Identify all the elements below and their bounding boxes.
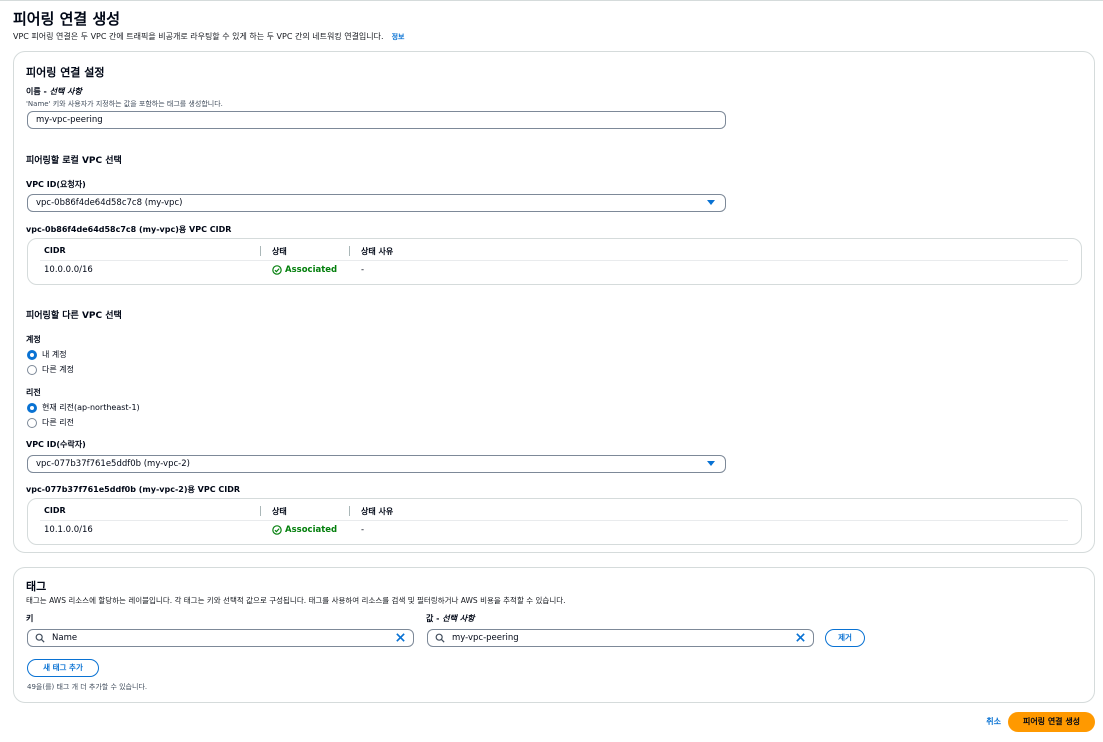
accepter-cidr-heading: vpc-077b37f761e5ddf0b (my-vpc-2)용 VPC CI… [26,485,241,494]
cancel-button[interactable]: 취소 [986,716,1001,727]
radio-my-account[interactable]: 내 계정 [27,349,67,360]
col-header-cidr: CIDR [44,246,66,255]
caret-down-icon [707,200,715,205]
table-row-cidr: 10.0.0.0/16 [44,265,93,275]
other-vpc-heading: 피어링할 다른 VPC 선택 [26,311,122,321]
col-separator [260,506,261,516]
info-link[interactable]: 정보 [392,33,405,41]
col-header-status: 상태 [272,507,287,516]
tags-remaining-hint: 49을(를) 태그 개 더 추가할 수 있습니다. [27,683,148,691]
header-divider [40,260,1068,261]
requester-label: VPC ID(요청자) [26,180,86,189]
tag-value-value: my-vpc-peering [452,633,519,643]
table-row-cidr: 10.1.0.0/16 [44,525,93,535]
col-header-cidr: CIDR [44,506,66,515]
caret-down-icon [707,461,715,466]
col-header-status: 상태 [272,247,287,256]
check-circle-icon [272,525,282,535]
search-icon [35,633,45,643]
radio-label: 내 계정 [42,350,67,359]
col-separator [349,506,350,516]
accepter-label: VPC ID(수락자) [26,440,86,449]
remove-tag-button[interactable]: 제거 [825,629,865,647]
name-input[interactable]: my-vpc-peering [27,111,726,129]
accepter-cidr-table: CIDR 상태 상태 사유 10.1.0.0/16 Associated - [27,498,1082,545]
settings-heading: 피어링 연결 설정 [26,66,105,79]
name-hint: 'Name' 키와 사용자가 지정하는 값을 포함하는 태그를 생성합니다. [26,100,223,108]
col-header-reason: 상태 사유 [361,247,394,256]
tag-value-optional-text: 선택 사항 [442,614,475,623]
radio-label: 다른 계정 [42,365,74,374]
radio-unselected-indicator [27,364,37,375]
page-description-text: VPC 피어링 연결은 두 VPC 간에 트래픽을 비공개로 라우팅할 수 있게… [13,32,384,41]
name-label-text: 이름 - [26,87,50,96]
radio-other-region[interactable]: 다른 리전 [27,417,74,428]
name-optional-text: 선택 사항 [49,87,82,96]
name-label: 이름 - 선택 사항 [26,86,82,97]
radio-unselected-indicator [27,417,37,428]
clear-icon[interactable] [395,632,406,643]
accepter-vpc-value: vpc-077b37f761e5ddf0b (my-vpc-2) [36,459,190,469]
page-description: VPC 피어링 연결은 두 VPC 간에 트래픽을 비공개로 라우팅할 수 있게… [13,31,404,42]
tags-card: 태그 태그는 AWS 리소스에 할당하는 레이블입니다. 각 태그는 키와 선택… [13,567,1095,703]
accepter-vpc-select[interactable]: vpc-077b37f761e5ddf0b (my-vpc-2) [27,455,726,473]
requester-vpc-select[interactable]: vpc-0b86f4de64d58c7c8 (my-vpc) [27,194,726,212]
radio-selected-indicator [27,402,37,413]
requester-vpc-value: vpc-0b86f4de64d58c7c8 (my-vpc) [36,198,183,208]
search-icon [435,633,445,643]
account-label: 계정 [26,335,41,344]
status-text: Associated [285,525,338,535]
add-tag-button[interactable]: 새 태그 추가 [27,659,99,677]
tags-description: 태그는 AWS 리소스에 할당하는 레이블입니다. 각 태그는 키와 선택적 값… [26,596,566,605]
table-row-status: Associated [272,525,337,535]
tags-heading: 태그 [26,580,47,593]
top-divider [0,0,1103,1]
local-vpc-heading: 피어링할 로컬 VPC 선택 [26,156,122,166]
tag-value-input[interactable]: my-vpc-peering [427,629,814,647]
table-row-reason: - [361,265,365,275]
tag-key-label: 키 [26,614,34,623]
requester-cidr-table: CIDR 상태 상태 사유 10.0.0.0/16 Associated - [27,238,1082,285]
tag-value-label-text: 값 - [426,614,443,623]
col-header-reason: 상태 사유 [361,507,394,516]
tag-key-input[interactable]: Name [27,629,414,647]
col-separator [349,246,350,256]
region-label: 리전 [26,388,41,397]
radio-label: 다른 리전 [42,418,74,427]
requester-cidr-heading: vpc-0b86f4de64d58c7c8 (my-vpc)용 VPC CIDR [26,225,232,234]
radio-selected-indicator [27,349,37,360]
clear-icon[interactable] [795,632,806,643]
check-circle-icon [272,265,282,275]
page-title: 피어링 연결 생성 [13,10,121,28]
table-row-status: Associated [272,265,337,275]
header-divider [40,520,1068,521]
radio-other-account[interactable]: 다른 계정 [27,364,74,375]
peering-settings-card: 피어링 연결 설정 이름 - 선택 사항 'Name' 키와 사용자가 지정하는… [13,51,1095,553]
radio-label: 현재 리전(ap-northeast-1) [42,403,140,412]
tag-key-value: Name [52,633,78,643]
table-row-reason: - [361,525,365,535]
radio-current-region[interactable]: 현재 리전(ap-northeast-1) [27,402,140,413]
col-separator [260,246,261,256]
tag-value-label: 값 - 선택 사항 [426,613,475,624]
status-text: Associated [285,265,338,275]
create-peering-button[interactable]: 피어링 연결 생성 [1008,712,1095,732]
